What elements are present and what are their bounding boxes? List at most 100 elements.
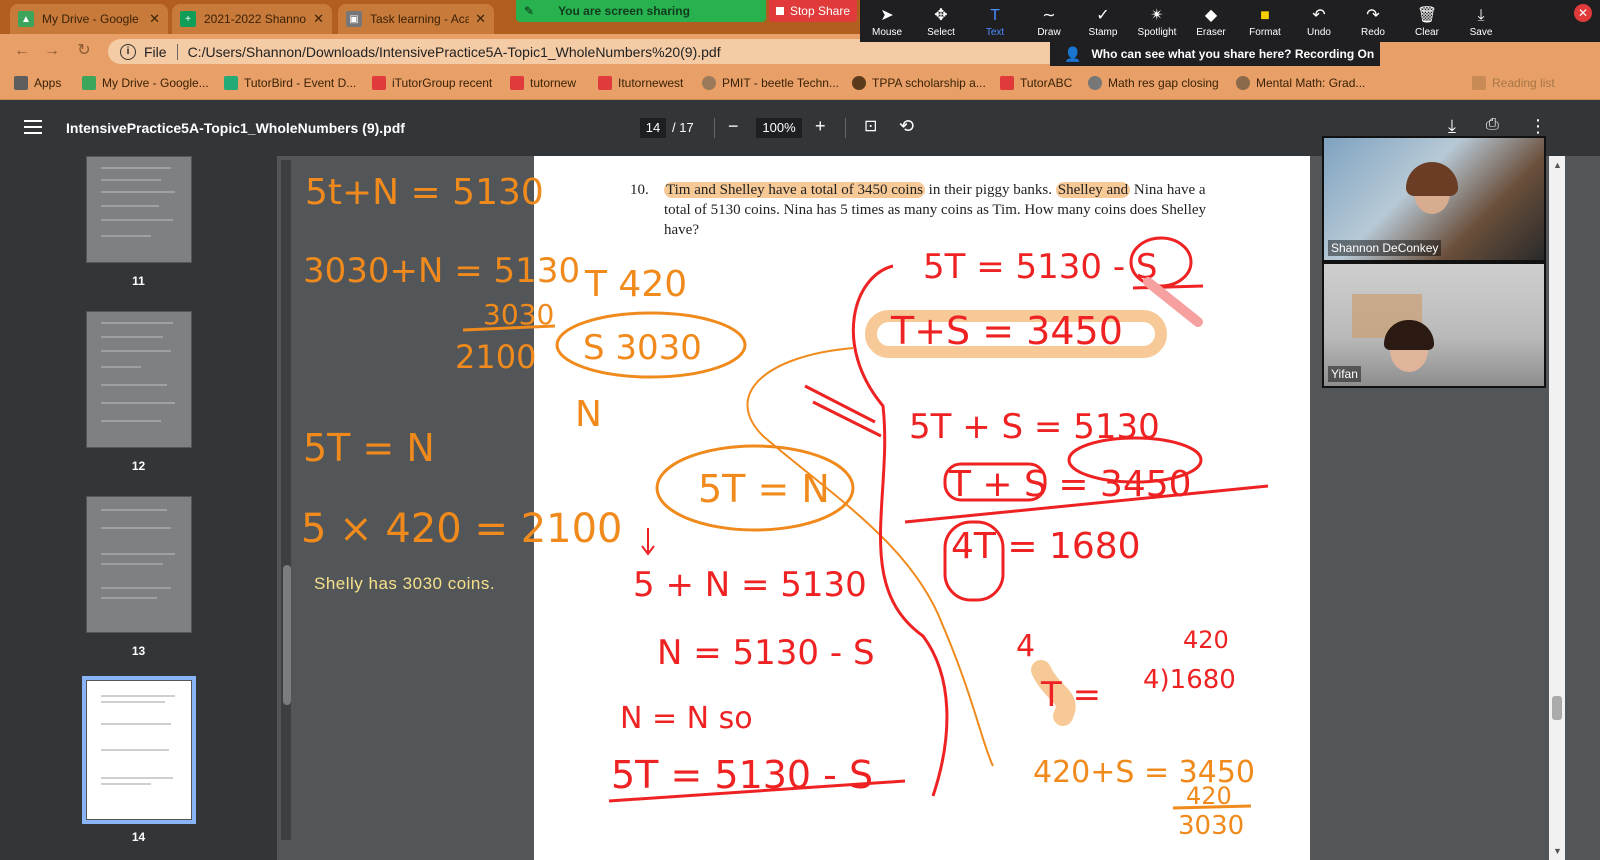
tool-draw[interactable]: ∼ Draw: [1022, 0, 1076, 42]
thumbnail-number: 14: [131, 830, 146, 844]
tool-text[interactable]: T Text: [968, 0, 1022, 42]
redo-icon: ↷: [1366, 7, 1380, 24]
ink-orange: 3030+N = 5130: [303, 251, 580, 291]
bookmark-math-res[interactable]: Math res gap closing: [1088, 76, 1219, 90]
bookmark-mental-math[interactable]: Mental Math: Grad...: [1236, 76, 1365, 90]
print-icon[interactable]: ⎙: [1486, 116, 1499, 134]
video-tile-student[interactable]: Yifan: [1324, 264, 1544, 386]
tab-my-drive[interactable]: ▲ My Drive - Google ✕: [10, 4, 168, 34]
close-icon[interactable]: ✕: [475, 11, 486, 27]
zoom-out-icon[interactable]: −: [728, 116, 739, 137]
ink-red: 420: [1183, 626, 1229, 654]
eraser-icon: ◆: [1204, 7, 1218, 24]
divider: [176, 43, 178, 60]
bookmark-tutorbird[interactable]: TutorBird - Event D...: [224, 76, 356, 90]
scroll-up-icon[interactable]: ▲: [1553, 160, 1562, 170]
ink-red: N = N so: [620, 701, 753, 736]
tool-format[interactable]: ■ Format: [1238, 0, 1292, 42]
pdf-title: IntensivePractice5A-Topic1_WholeNumbers …: [66, 120, 405, 136]
ink-orange: 2100: [455, 338, 536, 376]
bookmark-tutornew[interactable]: tutornew: [510, 76, 576, 90]
tab-sheets[interactable]: + 2021-2022 Shanno ✕: [172, 4, 332, 34]
text-icon: T: [990, 7, 1000, 24]
thumbnail-page-11[interactable]: [86, 156, 192, 263]
ink-red: 5T = 5130 - S: [923, 247, 1158, 287]
stop-icon: [775, 7, 784, 15]
ink-red: 4: [1016, 629, 1035, 664]
bookmark-reading-list[interactable]: Reading list: [1472, 76, 1555, 90]
rotate-icon[interactable]: ⟲: [899, 116, 914, 137]
address-prefix: File: [144, 43, 167, 60]
mouse-pointer-icon: ➤: [880, 7, 894, 24]
globe-icon: [1088, 76, 1102, 90]
itutor-icon: [510, 76, 524, 90]
bookmark-itutorgroup[interactable]: iTutorGroup recent: [372, 76, 492, 90]
bookmark-tppa[interactable]: TPPA scholarship a...: [852, 76, 986, 90]
tab-task-learning[interactable]: ▣ Task learning - Aca ✕: [338, 4, 494, 34]
bookmark-pmit[interactable]: PMIT - beetle Techn...: [702, 76, 839, 90]
close-annotation-icon[interactable]: ✕: [1574, 4, 1592, 22]
bookmark-my-drive[interactable]: My Drive - Google...: [82, 76, 209, 90]
page-total: / 17: [672, 120, 694, 135]
info-icon[interactable]: i: [120, 43, 136, 60]
bookmark-itutornewest[interactable]: Itutornewest: [598, 76, 683, 90]
address-url: C:/Users/Shannon/Downloads/IntensivePrac…: [187, 43, 721, 60]
annotation-toolbar: ➤ Mouse ✥ Select T Text ∼ Draw ✓ Stamp ✴ Spotl…: [860, 0, 1600, 42]
ink-orange: N: [575, 394, 602, 435]
tool-select[interactable]: ✥ Select: [914, 0, 968, 42]
thumbnail-sidebar: 11 12 13 14: [0, 156, 277, 860]
ink-red: 4)1680: [1143, 665, 1236, 695]
spotlight-icon: ✴: [1150, 7, 1164, 24]
tool-eraser[interactable]: ◆ Eraser: [1184, 0, 1238, 42]
who-can-see-banner[interactable]: 👤 Who can see what you share here? Recor…: [1050, 42, 1380, 66]
stop-share-button[interactable]: Stop Share: [769, 0, 857, 22]
download-icon[interactable]: ⤓: [1448, 116, 1456, 137]
tool-mouse[interactable]: ➤ Mouse: [860, 0, 914, 42]
undo-icon: ↶: [1312, 7, 1326, 24]
participant-hair: [1406, 162, 1458, 196]
fit-page-icon[interactable]: ⊡: [864, 116, 877, 136]
person-icon: 👤: [1064, 45, 1082, 62]
bookmark-apps[interactable]: Apps: [14, 76, 61, 90]
forward-arrow-icon[interactable]: →: [42, 41, 62, 61]
thumbnail-page-12[interactable]: [86, 311, 192, 448]
more-options-icon[interactable]: ⋮: [1529, 116, 1547, 137]
itutor-icon: [372, 76, 386, 90]
thumbnail-page-13[interactable]: [86, 496, 192, 633]
back-arrow-icon[interactable]: ←: [12, 41, 32, 61]
draw-icon: ∼: [1042, 7, 1056, 24]
video-tile-host[interactable]: Shannon DeConkey: [1324, 138, 1544, 260]
tool-clear[interactable]: 🗑 Clear: [1400, 0, 1454, 42]
google-drive-icon: ▲: [18, 11, 34, 27]
close-icon[interactable]: ✕: [313, 11, 324, 27]
scrollbar-thumb[interactable]: [1552, 696, 1562, 720]
page-scrollbar[interactable]: ▲ ▼: [1549, 156, 1565, 860]
zoom-in-icon[interactable]: +: [815, 116, 826, 137]
participant-name: Shannon DeConkey: [1328, 240, 1442, 256]
tutorbird-icon: [224, 76, 238, 90]
bookmarks-bar: Apps My Drive - Google... TutorBird - Ev…: [0, 68, 1600, 100]
reading-list-icon: [1472, 76, 1486, 90]
close-icon[interactable]: ✕: [149, 11, 160, 27]
participant-name: Yifan: [1328, 366, 1361, 382]
page-number-input[interactable]: 14: [640, 118, 666, 138]
tool-save[interactable]: ⤓ Save: [1454, 0, 1508, 42]
tool-redo[interactable]: ↷ Redo: [1346, 0, 1400, 42]
ink-orange: S 3030: [583, 328, 702, 368]
menu-icon[interactable]: [24, 120, 42, 134]
tool-undo[interactable]: ↶ Undo: [1292, 0, 1346, 42]
scrollbar-thumb[interactable]: [283, 565, 291, 705]
reload-icon[interactable]: ↻: [74, 41, 94, 61]
bookmark-tutorabc[interactable]: TutorABC: [1000, 76, 1072, 90]
scroll-down-icon[interactable]: ▼: [1553, 846, 1562, 856]
thumbnail-page-14[interactable]: [82, 676, 196, 824]
google-drive-icon: [82, 76, 96, 90]
globe-icon: [1236, 76, 1250, 90]
zoom-level-input[interactable]: 100%: [756, 118, 802, 138]
sidebar-scrollbar[interactable]: [281, 160, 291, 840]
globe-icon: [702, 76, 716, 90]
screen-sharing-banner[interactable]: ✎ You are screen sharing: [516, 0, 766, 22]
tool-spotlight[interactable]: ✴ Spotlight: [1130, 0, 1184, 42]
itutor-icon: [1000, 76, 1014, 90]
tool-stamp[interactable]: ✓ Stamp: [1076, 0, 1130, 42]
